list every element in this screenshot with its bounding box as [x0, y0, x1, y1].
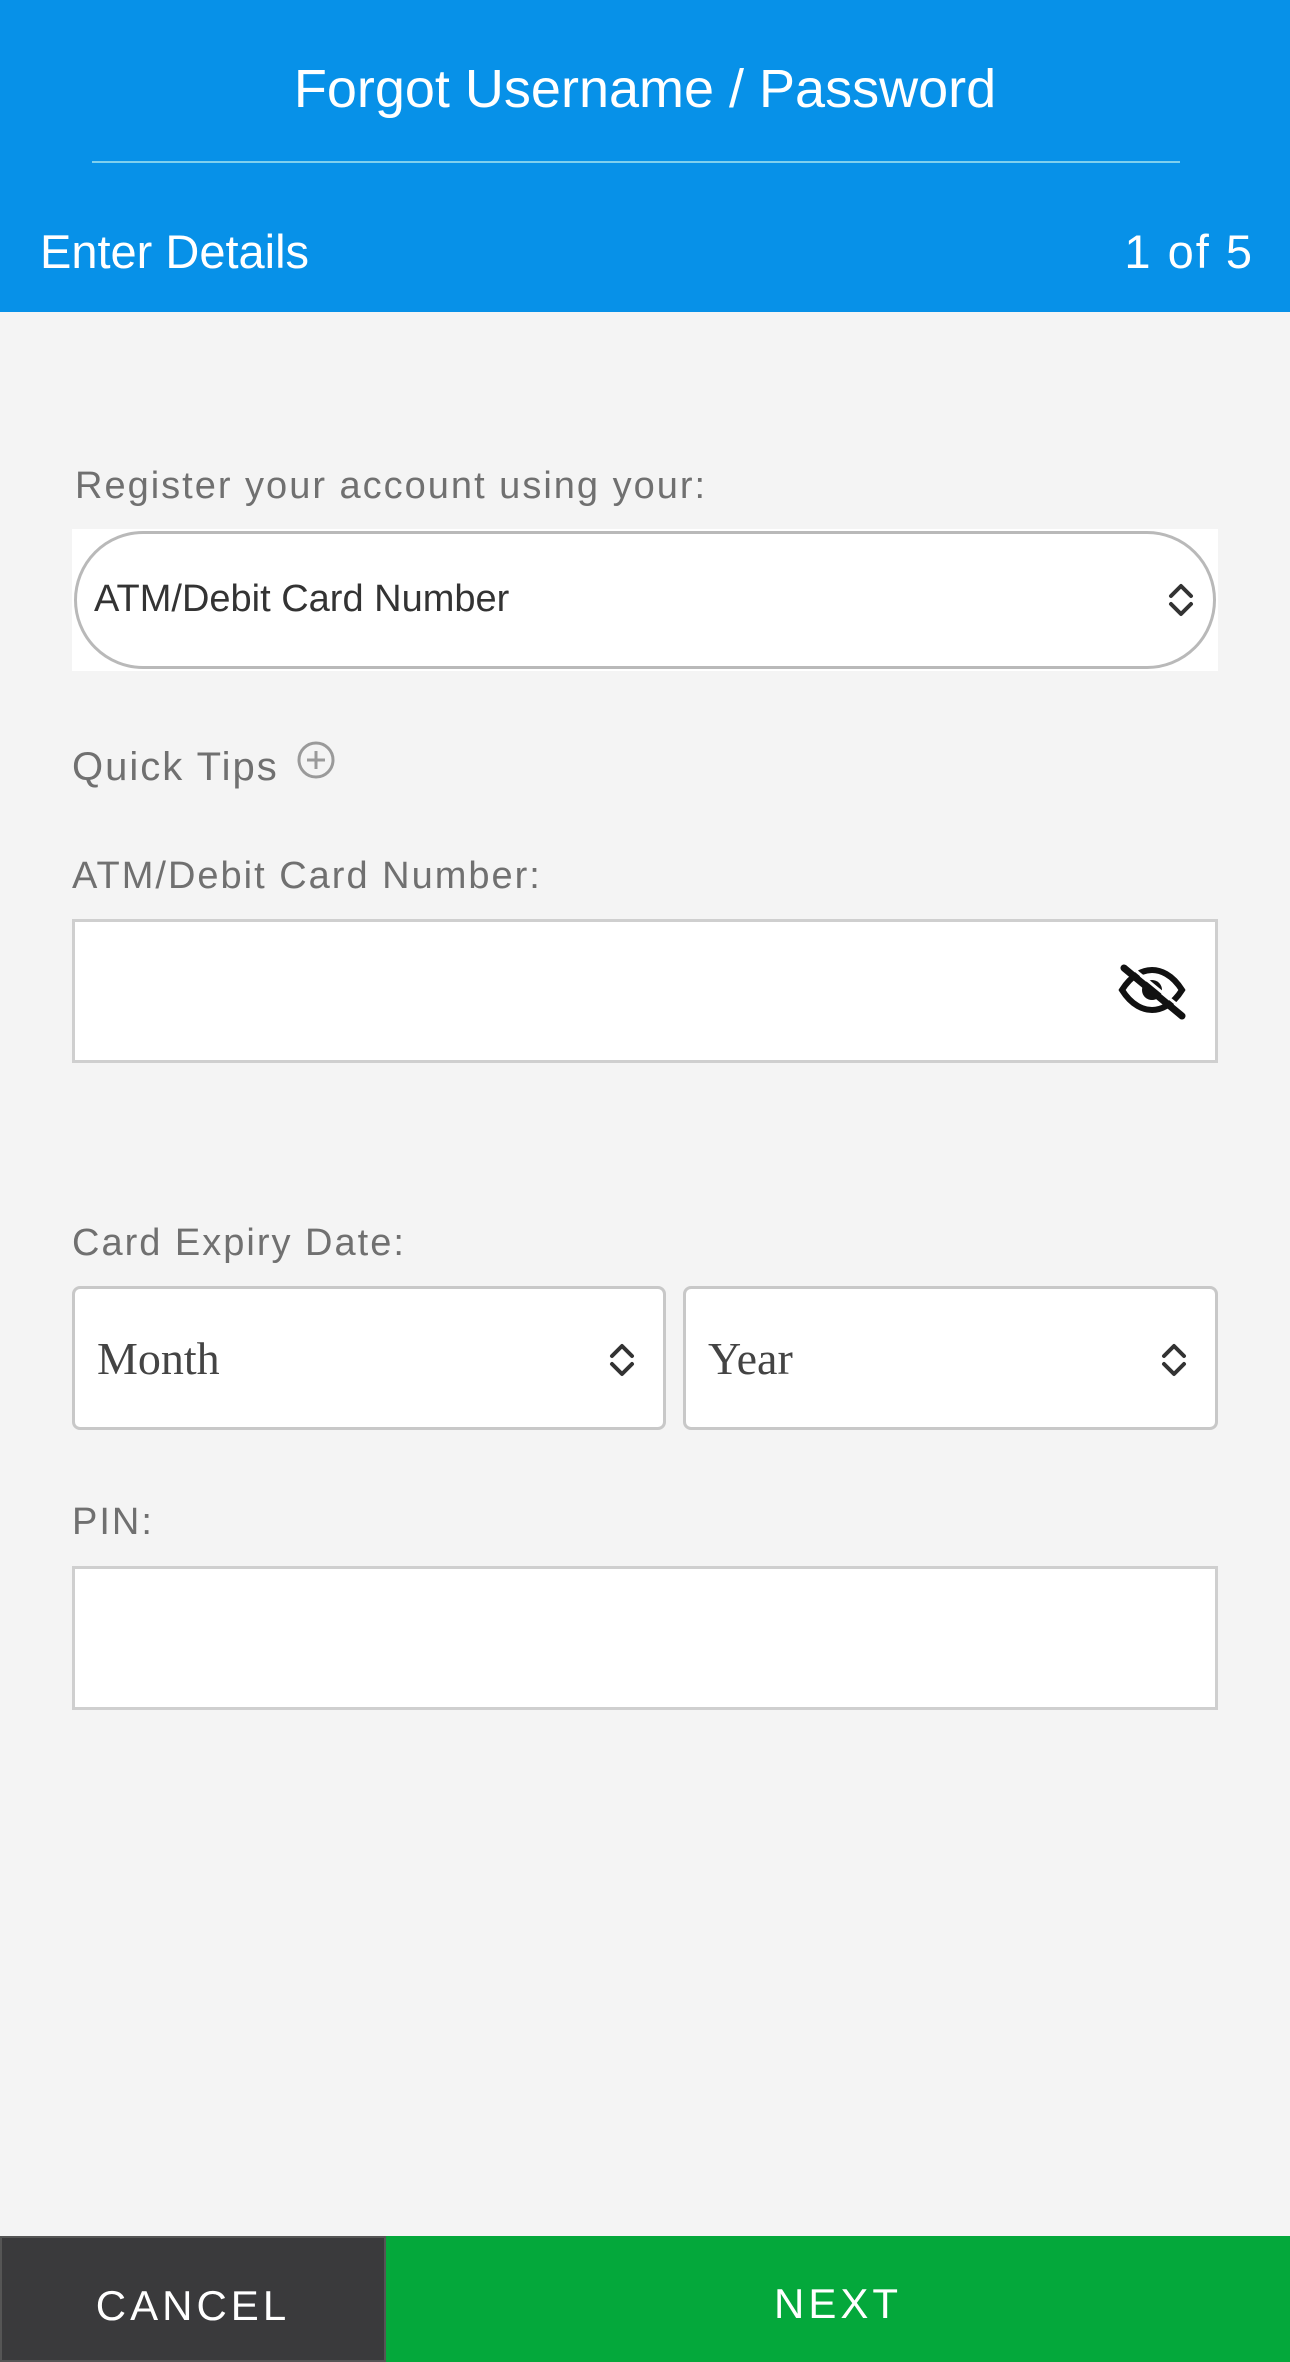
cancel-button[interactable]: CANCEL: [0, 2236, 386, 2362]
card-number-label: ATM/Debit Card Number:: [72, 855, 542, 897]
chevron-up-down-icon: [1162, 1344, 1186, 1376]
chevron-up-down-icon: [1169, 584, 1193, 616]
eye-off-icon[interactable]: [1116, 960, 1188, 1020]
page-header: Forgot Username / Password Enter Details…: [0, 0, 1290, 312]
page-title: Forgot Username / Password: [293, 59, 997, 119]
chevron-up-down-icon: [610, 1344, 634, 1376]
next-button-label: NEXT: [773, 2280, 902, 2327]
register-method-select[interactable]: ATM/Debit Card Number: [72, 529, 1218, 671]
expiry-date-label: Card Expiry Date:: [72, 1222, 406, 1264]
step-counter: 1 of 5: [1124, 225, 1254, 278]
pin-label: PIN:: [72, 1501, 154, 1543]
expiry-year-value: Year: [708, 1333, 793, 1384]
card-number-input[interactable]: [72, 919, 1218, 1063]
header-divider: [92, 161, 1180, 163]
quick-tips-toggle[interactable]: Quick Tips: [72, 742, 279, 792]
expiry-month-value: Month: [97, 1333, 220, 1384]
expiry-year-select[interactable]: Year: [683, 1286, 1218, 1430]
cancel-button-label: CANCEL: [95, 2282, 291, 2329]
register-method-label: Register your account using your:: [75, 465, 708, 507]
step-title: Enter Details: [40, 225, 310, 278]
register-method-value: ATM/Debit Card Number: [94, 578, 510, 620]
pin-input[interactable]: [72, 1566, 1218, 1710]
plus-circle-icon[interactable]: [296, 740, 336, 780]
expiry-month-select[interactable]: Month: [72, 1286, 666, 1430]
next-button[interactable]: NEXT: [386, 2236, 1290, 2362]
